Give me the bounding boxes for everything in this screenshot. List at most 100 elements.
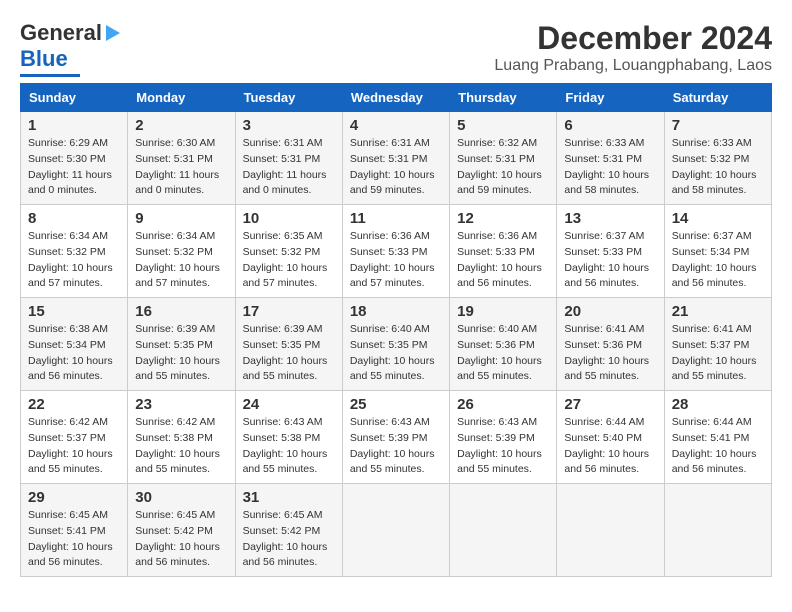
weekday-header-saturday: Saturday (664, 84, 771, 112)
day-number: 15 (28, 303, 120, 320)
day-number: 19 (457, 303, 549, 320)
day-number: 23 (135, 396, 227, 413)
calendar-cell: 28Sunrise: 6:44 AMSunset: 5:41 PMDayligh… (664, 391, 771, 484)
day-number: 20 (564, 303, 656, 320)
weekday-header-monday: Monday (128, 84, 235, 112)
weekday-header-thursday: Thursday (450, 84, 557, 112)
day-number: 26 (457, 396, 549, 413)
logo-arrow-icon (106, 25, 120, 41)
day-info: Sunrise: 6:37 AMSunset: 5:33 PMDaylight:… (564, 229, 656, 292)
day-number: 11 (350, 210, 442, 227)
calendar-cell: 21 Sunrise: 6:41 AMSunset: 5:37 PMDayligh… (664, 298, 771, 391)
day-info: Sunrise: 6:34 AMSunset: 5:32 PMDaylight:… (135, 229, 227, 292)
logo: General Blue (20, 20, 120, 77)
day-info: Sunrise: 6:42 AMSunset: 5:38 PMDaylight:… (135, 415, 227, 478)
calendar-cell: 15 Sunrise: 6:38 AMSunset: 5:34 PMDayligh… (21, 298, 128, 391)
logo-general: General (20, 20, 102, 46)
calendar-cell: 13 Sunrise: 6:37 AMSunset: 5:33 PMDayligh… (557, 205, 664, 298)
day-number: 8 (28, 210, 120, 227)
day-info: Sunrise: 6:41 AMSunset: 5:37 PMDaylight:… (672, 322, 764, 385)
day-number: 14 (672, 210, 764, 227)
day-number: 7 (672, 117, 764, 134)
day-info: Sunrise: 6:40 AMSunset: 5:35 PMDaylight:… (350, 322, 442, 385)
calendar-cell: 9 Sunrise: 6:34 AMSunset: 5:32 PMDaylight… (128, 205, 235, 298)
calendar-cell: 19 Sunrise: 6:40 AMSunset: 5:36 PMDayligh… (450, 298, 557, 391)
calendar-cell: 22 Sunrise: 6:42 AMSunset: 5:37 PMDayligh… (21, 391, 128, 484)
day-number: 27 (564, 396, 656, 413)
week-row-5: 29 Sunrise: 6:45 AMSunset: 5:41 PMDayligh… (21, 484, 772, 577)
day-number: 9 (135, 210, 227, 227)
calendar-cell: 2 Sunrise: 6:30 AMSunset: 5:31 PMDaylight… (128, 112, 235, 205)
day-number: 3 (243, 117, 335, 134)
calendar-cell: 24Sunrise: 6:43 AMSunset: 5:38 PMDayligh… (235, 391, 342, 484)
day-number: 13 (564, 210, 656, 227)
day-number: 28 (672, 396, 764, 413)
calendar-cell: 11 Sunrise: 6:36 AMSunset: 5:33 PMDayligh… (342, 205, 449, 298)
day-info: Sunrise: 6:38 AMSunset: 5:34 PMDaylight:… (28, 322, 120, 385)
calendar-cell: 30 Sunrise: 6:45 AMSunset: 5:42 PMDayligh… (128, 484, 235, 577)
day-info: Sunrise: 6:34 AMSunset: 5:32 PMDaylight:… (28, 229, 120, 292)
day-number: 21 (672, 303, 764, 320)
day-info: Sunrise: 6:37 AMSunset: 5:34 PMDaylight:… (672, 229, 764, 292)
day-info: Sunrise: 6:33 AMSunset: 5:31 PMDaylight:… (564, 136, 656, 199)
day-info: Sunrise: 6:40 AMSunset: 5:36 PMDaylight:… (457, 322, 549, 385)
day-number: 22 (28, 396, 120, 413)
calendar-cell: 5 Sunrise: 6:32 AMSunset: 5:31 PMDaylight… (450, 112, 557, 205)
calendar-cell (450, 484, 557, 577)
page-header: General Blue December 2024 Luang Prabang… (20, 20, 772, 77)
calendar-cell: 23 Sunrise: 6:42 AMSunset: 5:38 PMDayligh… (128, 391, 235, 484)
logo-underline (20, 74, 80, 77)
day-info: Sunrise: 6:41 AMSunset: 5:36 PMDaylight:… (564, 322, 656, 385)
week-row-1: 1Sunrise: 6:29 AMSunset: 5:30 PMDaylight… (21, 112, 772, 205)
day-number: 29 (28, 489, 120, 506)
calendar-cell: 16Sunrise: 6:39 AMSunset: 5:35 PMDayligh… (128, 298, 235, 391)
day-info: Sunrise: 6:45 AMSunset: 5:42 PMDaylight:… (135, 508, 227, 571)
calendar-cell: 31Sunrise: 6:45 AMSunset: 5:42 PMDayligh… (235, 484, 342, 577)
day-info: Sunrise: 6:42 AMSunset: 5:37 PMDaylight:… (28, 415, 120, 478)
week-row-4: 22 Sunrise: 6:42 AMSunset: 5:37 PMDayligh… (21, 391, 772, 484)
weekday-header-row: SundayMondayTuesdayWednesdayThursdayFrid… (21, 84, 772, 112)
day-number: 25 (350, 396, 442, 413)
calendar-cell: 7 Sunrise: 6:33 AMSunset: 5:32 PMDaylight… (664, 112, 771, 205)
day-info: Sunrise: 6:39 AMSunset: 5:35 PMDaylight:… (135, 322, 227, 385)
calendar-cell: 6 Sunrise: 6:33 AMSunset: 5:31 PMDaylight… (557, 112, 664, 205)
day-info: Sunrise: 6:31 AMSunset: 5:31 PMDaylight:… (243, 136, 335, 199)
calendar-table: SundayMondayTuesdayWednesdayThursdayFrid… (20, 83, 772, 577)
day-info: Sunrise: 6:43 AMSunset: 5:39 PMDaylight:… (350, 415, 442, 478)
day-number: 6 (564, 117, 656, 134)
day-number: 31 (243, 489, 335, 506)
day-info: Sunrise: 6:33 AMSunset: 5:32 PMDaylight:… (672, 136, 764, 199)
calendar-cell: 12Sunrise: 6:36 AMSunset: 5:33 PMDayligh… (450, 205, 557, 298)
day-info: Sunrise: 6:35 AMSunset: 5:32 PMDaylight:… (243, 229, 335, 292)
day-number: 10 (243, 210, 335, 227)
day-info: Sunrise: 6:39 AMSunset: 5:35 PMDaylight:… (243, 322, 335, 385)
weekday-header-tuesday: Tuesday (235, 84, 342, 112)
calendar-cell: 17 Sunrise: 6:39 AMSunset: 5:35 PMDayligh… (235, 298, 342, 391)
week-row-3: 15 Sunrise: 6:38 AMSunset: 5:34 PMDayligh… (21, 298, 772, 391)
day-info: Sunrise: 6:45 AMSunset: 5:41 PMDaylight:… (28, 508, 120, 571)
day-number: 2 (135, 117, 227, 134)
calendar-cell: 14 Sunrise: 6:37 AMSunset: 5:34 PMDayligh… (664, 205, 771, 298)
calendar-cell: 25 Sunrise: 6:43 AMSunset: 5:39 PMDayligh… (342, 391, 449, 484)
calendar-cell: 10 Sunrise: 6:35 AMSunset: 5:32 PMDayligh… (235, 205, 342, 298)
day-number: 30 (135, 489, 227, 506)
calendar-cell: 3 Sunrise: 6:31 AMSunset: 5:31 PMDaylight… (235, 112, 342, 205)
weekday-header-friday: Friday (557, 84, 664, 112)
calendar-cell: 29 Sunrise: 6:45 AMSunset: 5:41 PMDayligh… (21, 484, 128, 577)
day-info: Sunrise: 6:36 AMSunset: 5:33 PMDaylight:… (350, 229, 442, 292)
title-section: December 2024 Luang Prabang, Louangphaba… (494, 20, 772, 75)
day-number: 5 (457, 117, 549, 134)
calendar-cell (557, 484, 664, 577)
weekday-header-sunday: Sunday (21, 84, 128, 112)
day-info: Sunrise: 6:32 AMSunset: 5:31 PMDaylight:… (457, 136, 549, 199)
calendar-cell: 18Sunrise: 6:40 AMSunset: 5:35 PMDayligh… (342, 298, 449, 391)
day-number: 17 (243, 303, 335, 320)
calendar-cell: 20 Sunrise: 6:41 AMSunset: 5:36 PMDayligh… (557, 298, 664, 391)
location-title: Luang Prabang, Louangphabang, Laos (494, 57, 772, 75)
calendar-cell (342, 484, 449, 577)
logo-blue: Blue (20, 46, 68, 72)
day-info: Sunrise: 6:30 AMSunset: 5:31 PMDaylight:… (135, 136, 227, 199)
weekday-header-wednesday: Wednesday (342, 84, 449, 112)
calendar-cell (664, 484, 771, 577)
day-info: Sunrise: 6:29 AMSunset: 5:30 PMDaylight:… (28, 136, 120, 199)
